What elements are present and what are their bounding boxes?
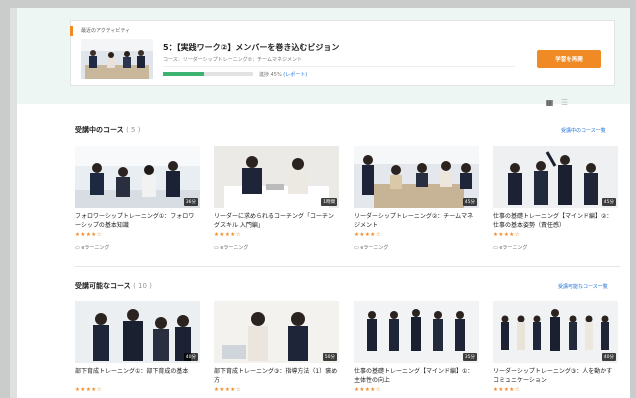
resume-button[interactable]: 学習を再開: [537, 50, 601, 68]
report-link[interactable]: (レポート): [283, 72, 307, 78]
course-thumbnail[interactable]: 40分: [75, 301, 200, 363]
activity-course: コース：リーダーシップトレーニング②：チームマネジメント: [163, 57, 302, 63]
course-thumbnail[interactable]: 40分: [493, 301, 618, 363]
in-progress-heading: 受講中のコース ( 5 ): [75, 126, 141, 134]
course-card[interactable]: 45分 仕事の基礎トレーニング【マインド編】②：仕事の基本姿勢（責任感） ★★★…: [493, 146, 618, 251]
course-type: ▭ eラーニング: [75, 245, 110, 251]
course-card[interactable]: 50分 部下育成トレーニング③：指導方法（1）褒め方 ★★★★☆: [214, 301, 339, 393]
available-heading: 受講可能なコース ( 10 ): [75, 282, 152, 290]
course-name[interactable]: リーダーシップトレーニング②：チームマネジメント: [354, 212, 479, 230]
left-edge: [10, 8, 17, 398]
rating-stars: ★★★★☆: [214, 387, 242, 393]
rating-stars: ★★★★☆: [354, 387, 382, 393]
duration-badge: 40分: [183, 353, 198, 361]
course-name[interactable]: 部下育成トレーニング③：指導方法（1）褒め方: [214, 367, 339, 385]
rating-stars: ★★★★☆: [493, 232, 521, 238]
course-thumbnail[interactable]: 50分: [214, 301, 339, 363]
divider: [163, 66, 515, 67]
course-thumbnail[interactable]: 35分: [354, 301, 479, 363]
course-name[interactable]: 仕事の基礎トレーニング【マインド編】②：仕事の基本姿勢（責任感）: [493, 212, 618, 230]
recent-activity-card[interactable]: 最近のアクティビティ 5：【実践ワーク②】メンバーを巻き込むビジョン コース：リ…: [70, 20, 615, 86]
course-name[interactable]: 仕事の基礎トレーニング【マインド編】①：主体性の向上: [354, 367, 479, 385]
course-name[interactable]: フォロワーシップトレーニング①：フォロワーシップの基本知識: [75, 212, 200, 230]
duration-badge: 1時間: [321, 198, 337, 206]
rating-stars: ★★★★☆: [214, 232, 242, 238]
rating-stars: ★★★★☆: [354, 232, 382, 238]
grid-icon[interactable]: ▦: [545, 98, 554, 107]
course-card[interactable]: 45分 リーダーシップトレーニング②：チームマネジメント ★★★★☆ ▭ eラー…: [354, 146, 479, 251]
activity-thumbnail[interactable]: [81, 39, 153, 79]
course-name[interactable]: リーダーに求められるコーチング「コーチングスキル 入門編」: [214, 212, 339, 230]
accent-bar: [70, 26, 73, 36]
rating-stars: ★★★★☆: [493, 387, 521, 393]
course-card[interactable]: 35分 仕事の基礎トレーニング【マインド編】①：主体性の向上 ★★★★☆: [354, 301, 479, 393]
course-name[interactable]: リーダーシップトレーニング③：人を動かすコミュニケーション: [493, 367, 618, 385]
course-thumbnail[interactable]: 45分: [354, 146, 479, 208]
course-card[interactable]: 40分 部下育成トレーニング①：部下育成の基本 ★★★★☆: [75, 301, 200, 393]
course-thumbnail[interactable]: 1時間: [214, 146, 339, 208]
course-type: ▭ eラーニング: [493, 245, 528, 251]
available-link[interactable]: 受講可能なコース一覧: [558, 283, 608, 290]
course-name[interactable]: 部下育成トレーニング①：部下育成の基本: [75, 367, 200, 385]
course-type: ▭ eラーニング: [214, 245, 249, 251]
duration-badge: 45分: [601, 198, 616, 206]
progress-text: 進捗 45% (レポート): [259, 72, 308, 78]
rating-stars: ★★★★☆: [75, 232, 103, 238]
duration-badge: 45分: [462, 198, 477, 206]
course-thumbnail[interactable]: 45分: [493, 146, 618, 208]
list-icon[interactable]: ☰: [560, 98, 569, 107]
duration-badge: 36分: [183, 198, 198, 206]
course-type: ▭ eラーニング: [354, 245, 389, 251]
course-card[interactable]: 40分 リーダーシップトレーニング③：人を動かすコミュニケーション ★★★★☆: [493, 301, 618, 393]
rating-stars: ★★★★☆: [75, 387, 103, 393]
course-card[interactable]: 1時間 リーダーに求められるコーチング「コーチングスキル 入門編」 ★★★★☆ …: [214, 146, 339, 251]
duration-badge: 50分: [322, 353, 337, 361]
activity-section-label: 最近のアクティビティ: [81, 28, 131, 34]
duration-badge: 40分: [601, 353, 616, 361]
in-progress-link[interactable]: 受講中のコース一覧: [561, 127, 606, 134]
progress-bar: [163, 72, 253, 76]
course-card[interactable]: 36分 フォロワーシップトレーニング①：フォロワーシップの基本知識 ★★★★☆ …: [75, 146, 200, 251]
duration-badge: 35分: [462, 353, 477, 361]
activity-title[interactable]: 5：【実践ワーク②】メンバーを巻き込むビジョン: [163, 42, 339, 53]
view-toggle[interactable]: ▦ ☰: [545, 98, 569, 107]
section-divider: [75, 266, 620, 267]
course-thumbnail[interactable]: 36分: [75, 146, 200, 208]
